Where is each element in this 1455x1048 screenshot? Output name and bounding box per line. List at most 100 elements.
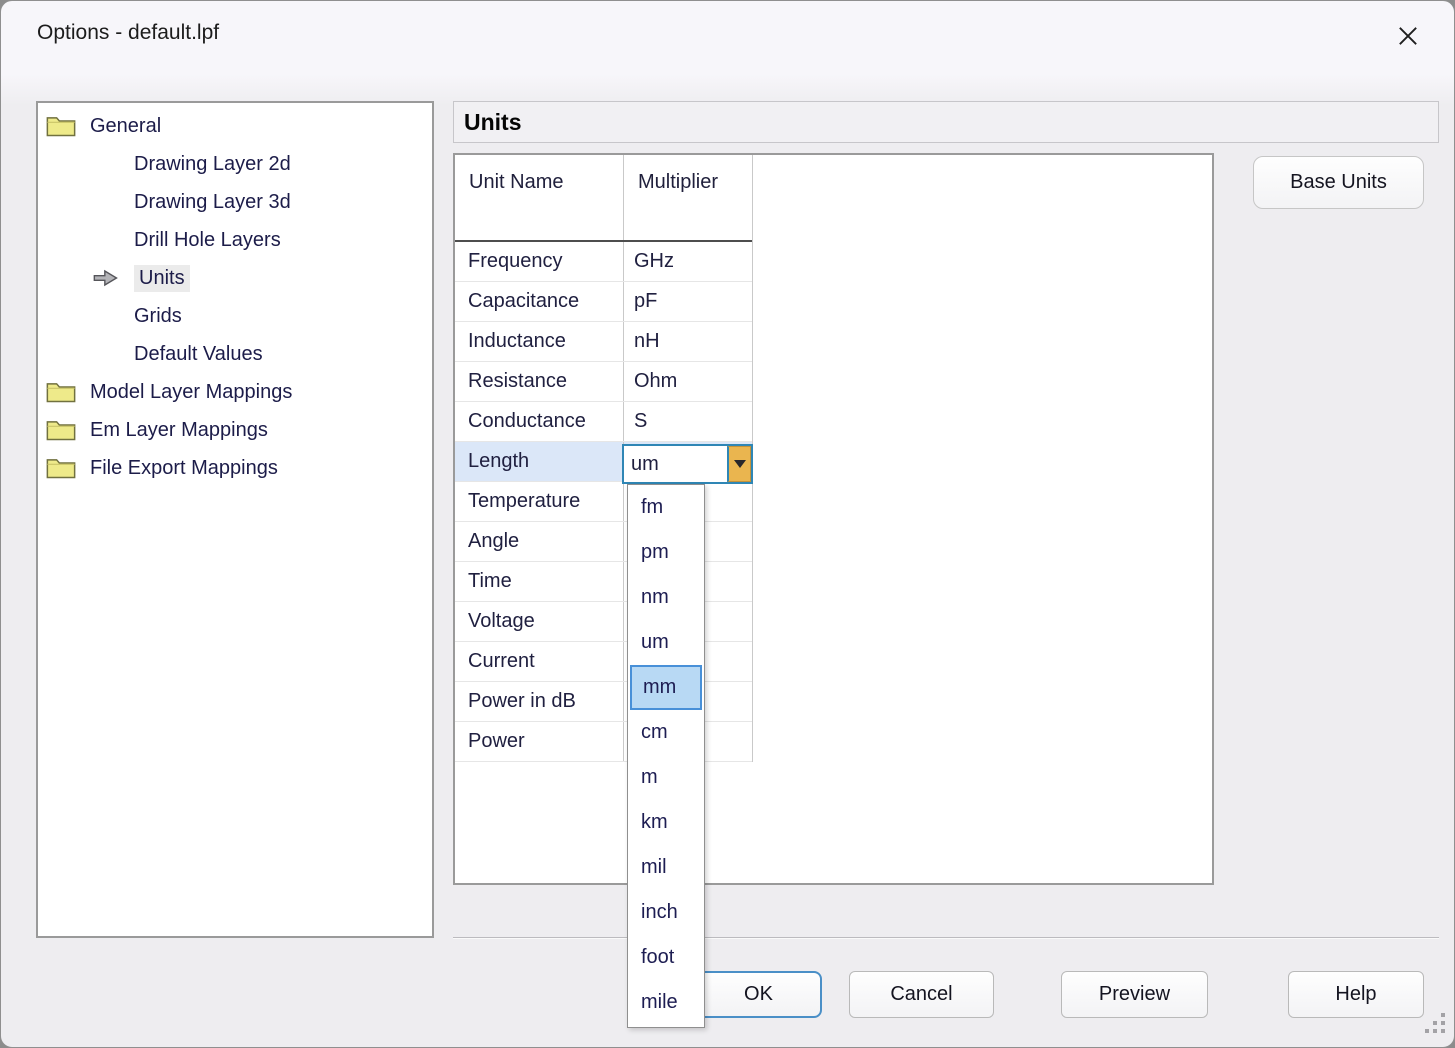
unit-name-cell: Power bbox=[455, 722, 624, 761]
close-icon bbox=[1394, 22, 1422, 55]
table-row-temperature[interactable]: Temperature bbox=[455, 482, 752, 522]
table-header-row: Unit Name Multiplier bbox=[455, 155, 752, 242]
multiplier-text: pF bbox=[634, 290, 657, 313]
options-dialog: Options - default.lpf General Drawing Lay… bbox=[0, 0, 1455, 1048]
folder-icon bbox=[46, 455, 76, 481]
selected-arrow-icon bbox=[92, 268, 120, 288]
table-row-conductance[interactable]: Conductance S bbox=[455, 402, 752, 442]
unit-name-cell: Length bbox=[455, 442, 624, 481]
unit-name-cell: Capacitance bbox=[455, 282, 624, 321]
dropdown-option-foot[interactable]: foot bbox=[628, 935, 704, 980]
dropdown-option-m[interactable]: m bbox=[628, 755, 704, 800]
unit-name-cell: Temperature bbox=[455, 482, 624, 521]
table-row-frequency[interactable]: FrequencyGHz bbox=[455, 242, 752, 282]
unit-name-cell: Time bbox=[455, 562, 624, 601]
column-header-unit-name: Unit Name bbox=[455, 155, 624, 240]
multiplier-text: GHz bbox=[634, 250, 674, 273]
dropdown-option-mil[interactable]: mil bbox=[628, 845, 704, 890]
dropdown-option-inch[interactable]: inch bbox=[628, 890, 704, 935]
table-row-power-in-db[interactable]: Power in dB bbox=[455, 682, 752, 722]
unit-name-cell: Resistance bbox=[455, 362, 624, 401]
cancel-button[interactable]: Cancel bbox=[849, 971, 994, 1018]
unit-name-cell: Current bbox=[455, 642, 624, 681]
combobox-value[interactable]: um bbox=[624, 446, 727, 482]
unit-name-cell: Inductance bbox=[455, 322, 624, 361]
unit-name-text: Capacitance bbox=[468, 290, 579, 313]
table-row-capacitance[interactable]: Capacitance pF bbox=[455, 282, 752, 322]
dropdown-option-fm[interactable]: fm bbox=[628, 485, 704, 530]
dropdown-arrow-icon bbox=[734, 460, 746, 468]
help-button[interactable]: Help bbox=[1288, 971, 1424, 1018]
dropdown-option-label: cm bbox=[641, 721, 668, 744]
folder-icon bbox=[46, 417, 76, 443]
tree-item-drill-hole-layers[interactable]: Drill Hole Layers bbox=[38, 221, 432, 259]
base-units-button[interactable]: Base Units bbox=[1253, 156, 1424, 209]
tree-item-file-export-mappings[interactable]: File Export Mappings bbox=[38, 449, 432, 487]
unit-name-text: Voltage bbox=[468, 610, 535, 633]
unit-name-cell: Power in dB bbox=[455, 682, 624, 721]
tree-item-label: Drawing Layer 2d bbox=[134, 153, 291, 176]
tree-item-drawing-layer-3d[interactable]: Drawing Layer 3d bbox=[38, 183, 432, 221]
multiplier-text: Ohm bbox=[634, 370, 677, 393]
dropdown-option-label: inch bbox=[641, 901, 678, 924]
table-row-current[interactable]: Current bbox=[455, 642, 752, 682]
table-row-inductance[interactable]: Inductance nH bbox=[455, 322, 752, 362]
multiplier-cell[interactable]: pF bbox=[624, 282, 752, 321]
footer-separator bbox=[453, 937, 1439, 939]
preview-button[interactable]: Preview bbox=[1061, 971, 1208, 1018]
multiplier-cell[interactable]: GHz bbox=[624, 242, 752, 281]
dropdown-option-pm[interactable]: pm bbox=[628, 530, 704, 575]
unit-name-text: Time bbox=[468, 570, 512, 593]
unit-name-text: Conductance bbox=[468, 410, 586, 433]
folder-icon bbox=[46, 113, 76, 139]
combobox-dropdown-button[interactable] bbox=[727, 446, 751, 482]
unit-name-cell: Voltage bbox=[455, 602, 624, 641]
dropdown-option-label: m bbox=[641, 766, 658, 789]
tree-item-drawing-layer-2d[interactable]: Drawing Layer 2d bbox=[38, 145, 432, 183]
dropdown-option-mm[interactable]: mm bbox=[630, 665, 702, 710]
tree-item-default-values[interactable]: Default Values bbox=[38, 335, 432, 373]
table-row-resistance[interactable]: Resistance Ohm bbox=[455, 362, 752, 402]
dropdown-option-label: pm bbox=[641, 541, 669, 564]
dropdown-option-label: mil bbox=[641, 856, 667, 879]
table-row-voltage[interactable]: Voltage bbox=[455, 602, 752, 642]
tree-item-grids[interactable]: Grids bbox=[38, 297, 432, 335]
tree-item-general[interactable]: General bbox=[38, 107, 432, 145]
dropdown-option-label: fm bbox=[641, 496, 663, 519]
unit-name-text: Resistance bbox=[468, 370, 567, 393]
dropdown-option-um[interactable]: um bbox=[628, 620, 704, 665]
dropdown-option-cm[interactable]: cm bbox=[628, 710, 704, 755]
dropdown-option-mile[interactable]: mile bbox=[628, 980, 704, 1025]
tree-item-label: File Export Mappings bbox=[90, 457, 278, 480]
unit-name-cell: Conductance bbox=[455, 402, 624, 441]
unit-name-text: Power bbox=[468, 730, 525, 753]
multiplier-cell[interactable]: nH bbox=[624, 322, 752, 361]
close-button[interactable] bbox=[1391, 21, 1425, 55]
table-row-power[interactable]: Power bbox=[455, 722, 752, 762]
multiplier-cell[interactable]: Ohm bbox=[624, 362, 752, 401]
multiplier-cell[interactable]: S bbox=[624, 402, 752, 441]
length-multiplier-combobox[interactable]: um bbox=[622, 444, 753, 484]
folder-icon bbox=[46, 379, 76, 405]
resize-grip[interactable] bbox=[1425, 1013, 1447, 1035]
tree-item-units[interactable]: Units bbox=[38, 259, 432, 297]
dropdown-option-label: nm bbox=[641, 586, 669, 609]
unit-name-text: Power in dB bbox=[468, 690, 576, 713]
unit-name-text: Length bbox=[468, 450, 529, 473]
unit-name-text: Angle bbox=[468, 530, 519, 553]
tree-item-label: General bbox=[90, 115, 161, 138]
tree-item-em-layer-mappings[interactable]: Em Layer Mappings bbox=[38, 411, 432, 449]
ok-button[interactable]: OK bbox=[695, 971, 822, 1018]
tree-item-label: Units bbox=[134, 265, 190, 292]
dialog-title: Options - default.lpf bbox=[37, 21, 219, 45]
unit-name-text: Inductance bbox=[468, 330, 566, 353]
dropdown-option-km[interactable]: km bbox=[628, 800, 704, 845]
tree-item-label: Drawing Layer 3d bbox=[134, 191, 291, 214]
dropdown-option-label: km bbox=[641, 811, 668, 834]
options-category-tree: General Drawing Layer 2d Drawing Layer 3d D… bbox=[36, 101, 434, 938]
tree-item-model-layer-mappings[interactable]: Model Layer Mappings bbox=[38, 373, 432, 411]
dropdown-option-label: um bbox=[641, 631, 669, 654]
dropdown-option-nm[interactable]: nm bbox=[628, 575, 704, 620]
table-row-angle[interactable]: Angle bbox=[455, 522, 752, 562]
table-row-time[interactable]: Time bbox=[455, 562, 752, 602]
